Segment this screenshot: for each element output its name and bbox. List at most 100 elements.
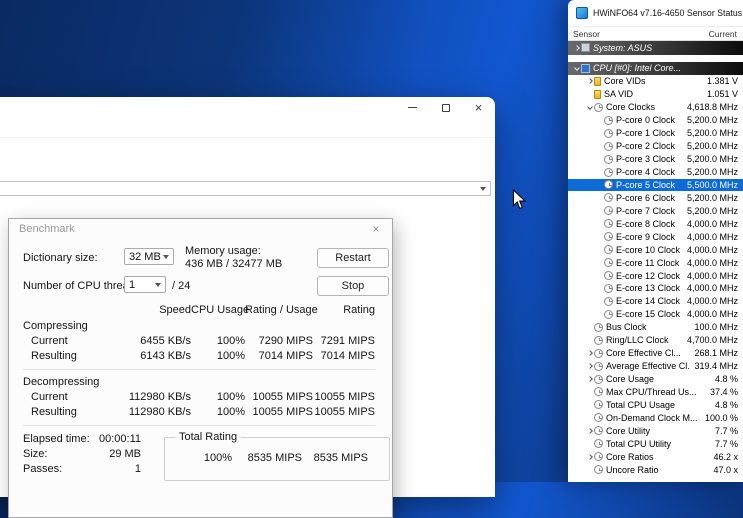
clock-icon	[594, 387, 603, 397]
rating-value: 10055 MIPS	[314, 390, 375, 403]
stop-button[interactable]: Stop	[317, 276, 389, 296]
minimize-icon	[408, 107, 417, 108]
sensor-row[interactable]: Uncore Ratio 47.0 x	[568, 463, 743, 476]
clock-icon	[594, 426, 603, 436]
sensor-value: 100.0 %	[704, 412, 738, 423]
file-manager-titlebar[interactable]: ×	[0, 97, 495, 118]
sensor-value: 47.0 x	[713, 464, 738, 475]
column-header: CPU Usage	[191, 303, 250, 316]
sensor-row[interactable]: Core Clocks 4,618.8 MHz	[568, 101, 743, 114]
sensor-label: E-core 12 Clock	[616, 270, 681, 281]
sensor-row[interactable]: P-core 2 Clock 5,200.0 MHz	[568, 140, 743, 153]
toolbar-separator	[0, 137, 495, 138]
sensor-label: P-core 7 Clock	[616, 205, 676, 216]
clock-icon	[594, 361, 603, 371]
benchmark-titlebar[interactable]: Benchmark ×	[9, 219, 392, 239]
sensor-value: 100.0 MHz	[694, 322, 738, 333]
expand-chevron[interactable]	[572, 65, 581, 72]
sensor-group-header[interactable]: System: ASUS	[568, 41, 743, 55]
expand-chevron[interactable]	[585, 376, 594, 382]
sensor-row[interactable]: Ring/LLC Clock 4,700.0 MHz	[568, 334, 743, 347]
sensor-row[interactable]: P-core 3 Clock 5,200.0 MHz	[568, 153, 743, 166]
sensor-value: 4.8 %	[714, 374, 738, 385]
mouse-cursor	[512, 189, 527, 210]
close-icon: ×	[474, 100, 483, 115]
cpu-threads-select[interactable]: 1	[124, 276, 166, 293]
sensor-row[interactable]: Total CPU Usage 4.8 %	[568, 398, 743, 411]
sensor-row[interactable]: E-core 14 Clock 4,000.0 MHz	[568, 295, 743, 308]
sensor-row[interactable]: P-core 6 Clock 5,200.0 MHz	[568, 191, 743, 204]
clock-icon	[604, 193, 613, 203]
sensor-value: 4.8 %	[714, 399, 738, 410]
sensor-row[interactable]: E-core 9 Clock 4,000.0 MHz	[568, 230, 743, 243]
total-rating-legend: Total Rating	[179, 431, 238, 443]
close-button[interactable]: ×	[360, 219, 392, 239]
benchmark-results-table: Speed CPU Usage Rating / Usage Rating Compre…	[23, 303, 375, 432]
row-label: Current	[31, 334, 68, 347]
stop-button-label: Stop	[341, 280, 365, 292]
sensor-value: 4,000.0 MHz	[686, 218, 738, 229]
expand-chevron[interactable]	[585, 350, 594, 356]
sensor-row[interactable]: E-core 12 Clock 4,000.0 MHz	[568, 269, 743, 282]
sensor-row[interactable]: SA VID 1.051 V	[568, 88, 743, 101]
sensor-row[interactable]: P-core 5 Clock 5,500.0 MHz	[568, 178, 743, 192]
sensor-list: System: ASUS CPU [#0]: Intel Core... Core …	[568, 41, 743, 482]
stat-value: 29 MB	[109, 447, 141, 460]
restart-button[interactable]: Restart	[317, 248, 389, 268]
sensor-label: On-Demand Clock M...	[606, 412, 698, 423]
sensor-group-header[interactable]: CPU [#0]: Intel Core...	[568, 61, 743, 75]
sensor-row[interactable]: Total CPU Utility 7.7 %	[568, 437, 743, 450]
sensor-row[interactable]: E-core 10 Clock 4,000.0 MHz	[568, 243, 743, 256]
sensor-value: 46.2 x	[713, 451, 738, 462]
sensor-column-header[interactable]: Sensor	[573, 29, 600, 39]
expand-chevron[interactable]	[585, 427, 594, 434]
sensor-label: Uncore Ratio	[606, 464, 659, 475]
dictionary-size-label: Dictionary size:	[23, 252, 98, 264]
expand-chevron[interactable]	[585, 78, 594, 85]
clock-icon	[594, 439, 603, 449]
sensor-row[interactable]: On-Demand Clock M... 100.0 %	[568, 411, 743, 424]
sensor-row[interactable]: E-core 11 Clock 4,000.0 MHz	[568, 256, 743, 269]
sensor-label: Bus Clock	[606, 322, 647, 333]
sensor-row[interactable]: P-core 0 Clock 5,200.0 MHz	[568, 114, 743, 127]
sensor-row[interactable]: E-core 15 Clock 4,000.0 MHz	[568, 308, 743, 321]
sensor-row[interactable]: E-core 13 Clock 4,000.0 MHz	[568, 282, 743, 295]
expand-chevron[interactable]	[585, 453, 594, 460]
sensor-row[interactable]: P-core 7 Clock 5,200.0 MHz	[568, 204, 743, 217]
address-bar[interactable]	[0, 181, 491, 196]
clock-icon	[604, 258, 613, 268]
chevron-right-icon	[586, 376, 593, 382]
maximize-button[interactable]	[429, 97, 462, 118]
hwinfo-titlebar[interactable]: HWiNFO64 v7.16-4650 Sensor Status	[568, 0, 743, 26]
dialog-title: Benchmark	[19, 223, 75, 235]
sensor-value: 5,200.0 MHz	[686, 192, 738, 203]
sensor-row[interactable]: P-core 1 Clock 5,200.0 MHz	[568, 127, 743, 140]
current-column-header[interactable]: Current	[709, 29, 737, 39]
sensor-row[interactable]: Max CPU/Thread Us... 37.4 %	[568, 386, 743, 399]
memory-usage-value: 436 MB / 32477 MB	[185, 258, 283, 270]
sensor-label: System: ASUS	[593, 42, 653, 53]
expand-chevron[interactable]	[585, 363, 594, 369]
sensor-row[interactable]: Core Usage 4.8 %	[568, 373, 743, 386]
vid-icon	[594, 89, 601, 99]
sensor-row[interactable]: Core Utility 7.7 %	[568, 424, 743, 437]
sensor-row[interactable]: P-core 4 Clock 5,200.0 MHz	[568, 166, 743, 179]
sensor-row[interactable]: E-core 8 Clock 4,000.0 MHz	[568, 217, 743, 230]
vid-icon	[594, 76, 601, 86]
column-header: Rating / Usage	[245, 303, 318, 316]
expand-chevron[interactable]	[585, 104, 594, 111]
expand-chevron[interactable]	[572, 44, 581, 51]
sensor-row[interactable]: Bus Clock 100.0 MHz	[568, 321, 743, 334]
clock-icon	[594, 400, 603, 410]
sensor-label: SA VID	[604, 89, 634, 100]
sensor-row[interactable]: Average Effective Cl... 319.4 MHz	[568, 360, 743, 373]
sensor-row[interactable]: Core Ratios 46.2 x	[568, 450, 743, 463]
close-button[interactable]: ×	[462, 97, 495, 118]
sensor-row[interactable]: Core VIDs 1.381 V	[568, 75, 743, 88]
cpu-usage-value: 100%	[216, 334, 245, 347]
minimize-button[interactable]	[396, 97, 429, 118]
sensor-row[interactable]: Core Effective Cl... 268.1 MHz	[568, 347, 743, 360]
section-separator	[23, 425, 375, 426]
dictionary-size-select[interactable]: 32 MB	[124, 248, 174, 265]
clock-icon	[604, 141, 613, 151]
